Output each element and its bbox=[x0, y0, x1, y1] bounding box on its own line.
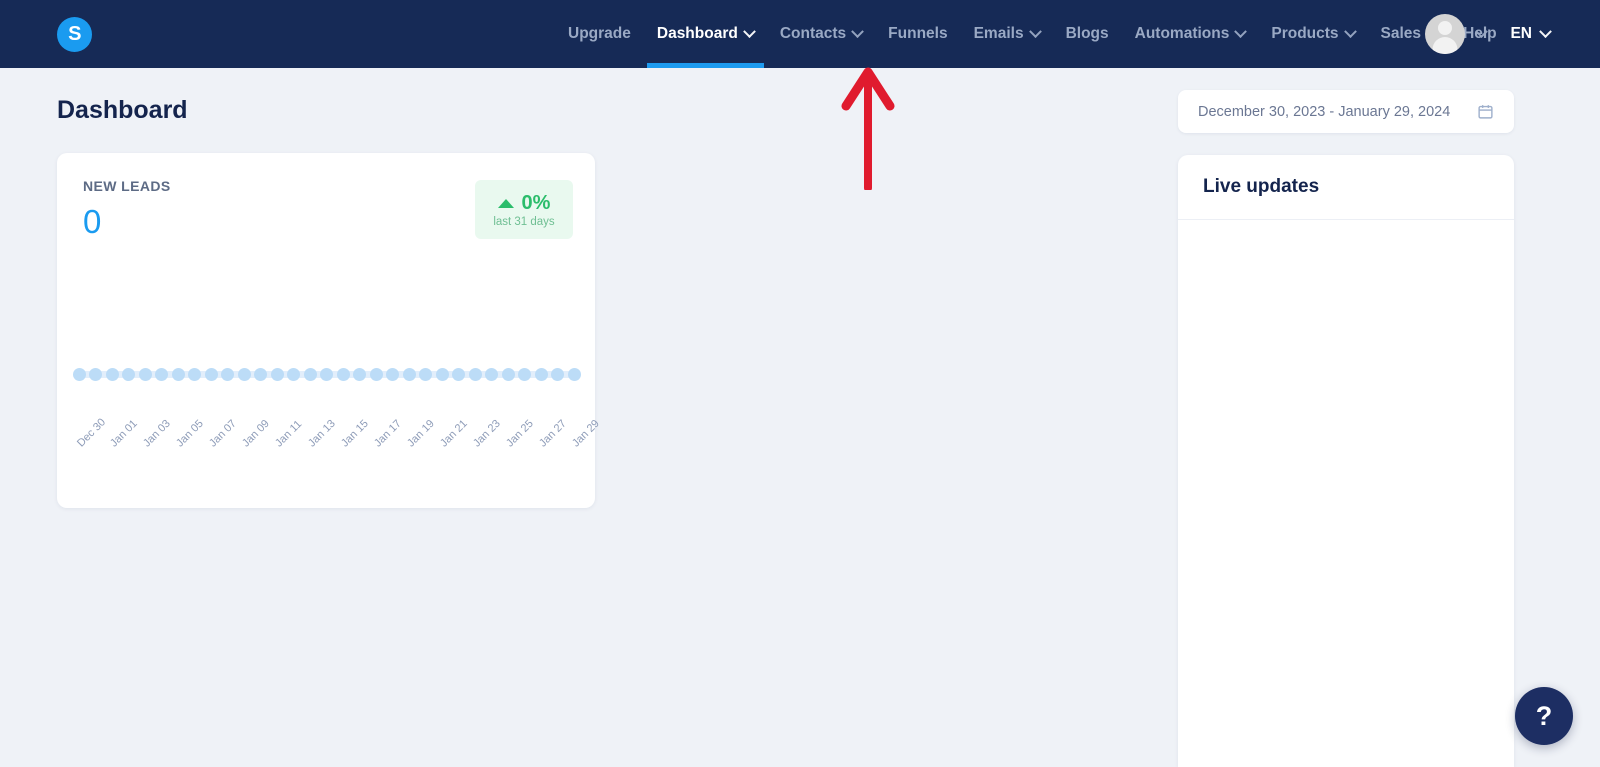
chart-data-point bbox=[122, 368, 135, 381]
brand-logo-letter: S bbox=[68, 23, 81, 45]
language-label: EN bbox=[1510, 25, 1532, 42]
chart-data-point bbox=[518, 368, 531, 381]
language-selector[interactable]: EN bbox=[1496, 24, 1560, 43]
nav-item-products[interactable]: Products bbox=[1258, 0, 1367, 68]
chart-data-point bbox=[89, 368, 102, 381]
chart-x-tick-label: Jan 23 bbox=[471, 417, 503, 450]
chevron-down-icon bbox=[1343, 24, 1357, 38]
chart-data-point bbox=[435, 368, 449, 381]
chart-data-point bbox=[72, 368, 86, 381]
chart-x-tick-label: Jan 17 bbox=[372, 417, 404, 450]
chart-data-point bbox=[452, 368, 465, 381]
chevron-down-icon bbox=[851, 24, 865, 38]
chart-data-point bbox=[534, 368, 548, 381]
chart-data-point bbox=[369, 368, 383, 381]
chart-x-tick-label: Jan 21 bbox=[438, 417, 470, 450]
calendar-icon bbox=[1477, 103, 1494, 120]
live-updates-title: Live updates bbox=[1203, 176, 1320, 197]
chart-data-point bbox=[468, 368, 482, 381]
chart-data-point bbox=[336, 368, 350, 381]
page-title: Dashboard bbox=[57, 96, 188, 124]
chart-x-tick-label: Jan 01 bbox=[108, 417, 140, 450]
chart-x-tick-label: Jan 05 bbox=[174, 417, 206, 450]
live-updates-panel: Live updates bbox=[1178, 155, 1514, 767]
nav-item-contacts[interactable]: Contacts bbox=[767, 0, 875, 68]
main-navigation: Upgrade Dashboard Contacts Funnels Email… bbox=[555, 0, 1510, 68]
chart-data-point bbox=[402, 368, 416, 381]
nav-item-dashboard[interactable]: Dashboard bbox=[644, 0, 767, 68]
chart-x-tick-label: Jan 19 bbox=[405, 417, 437, 450]
chart-data-point bbox=[138, 368, 152, 381]
question-mark-icon: ? bbox=[1535, 700, 1553, 731]
chart-data-point bbox=[105, 368, 119, 381]
nav-item-automations[interactable]: Automations bbox=[1122, 0, 1259, 68]
chart-data-point bbox=[204, 368, 218, 381]
chart-x-tick-label: Jan 13 bbox=[306, 417, 338, 450]
chart-data-point bbox=[551, 368, 564, 381]
nav-item-label: Contacts bbox=[779, 25, 847, 42]
chart-data-point bbox=[303, 368, 317, 381]
chart-x-tick-label: Jan 25 bbox=[504, 417, 536, 450]
nav-item-emails[interactable]: Emails bbox=[961, 0, 1053, 68]
nav-item-label: Automations bbox=[1134, 25, 1230, 42]
chart-data-point bbox=[221, 368, 234, 381]
nav-item-upgrade[interactable]: Upgrade bbox=[555, 0, 644, 68]
chart-x-tick-label: Jan 03 bbox=[141, 417, 173, 450]
chevron-down-icon bbox=[1234, 24, 1248, 38]
nav-item-label: Blogs bbox=[1065, 25, 1109, 42]
chart-x-tick-label: Jan 27 bbox=[537, 417, 569, 450]
nav-item-label: Upgrade bbox=[568, 25, 631, 42]
chevron-down-icon bbox=[1539, 24, 1552, 38]
chart-data-point bbox=[254, 368, 267, 381]
annotation-arrow-icon bbox=[838, 60, 904, 192]
nav-item-label: Products bbox=[1271, 25, 1339, 42]
chart-data-point bbox=[353, 368, 366, 381]
chart-data-point bbox=[287, 368, 300, 381]
chart-x-axis-labels: Dec 30 Jan 01 Jan 03 Jan 05 Jan 07 Jan 09 Jan … bbox=[57, 416, 602, 501]
chart-data-point bbox=[171, 368, 185, 381]
chevron-down-icon bbox=[1028, 24, 1042, 38]
help-button[interactable]: ? bbox=[1515, 687, 1573, 745]
chart-x-tick-label: Jan 09 bbox=[240, 417, 272, 450]
chart-data-point bbox=[188, 368, 201, 381]
nav-item-label: Funnels bbox=[888, 25, 948, 42]
chevron-down-icon bbox=[1475, 24, 1489, 38]
chart-x-tick-label: Jan 07 bbox=[207, 417, 239, 450]
chart-data-point bbox=[270, 368, 284, 381]
chevron-down-icon bbox=[742, 24, 756, 38]
nav-item-label: Dashboard bbox=[656, 25, 738, 42]
navbar-right-cluster: EN bbox=[1415, 0, 1560, 68]
user-avatar-icon bbox=[1425, 14, 1466, 54]
nav-item-funnels[interactable]: Funnels bbox=[875, 0, 960, 68]
brand-logo-icon[interactable]: S bbox=[57, 17, 92, 52]
chart-data-point bbox=[320, 368, 333, 381]
chart-data-point bbox=[386, 368, 399, 381]
chart-x-tick-label: Jan 11 bbox=[273, 418, 305, 450]
top-navbar: S Upgrade Dashboard Contacts Funnels Ema… bbox=[0, 0, 1600, 68]
new-leads-card: NEW LEADS 0 0% last 31 days Dec 30 Jan 01… bbox=[57, 153, 602, 508]
new-leads-chart: Dec 30 Jan 01 Jan 03 Jan 05 Jan 07 Jan 09 Jan … bbox=[57, 153, 602, 508]
nav-item-blogs[interactable]: Blogs bbox=[1053, 0, 1122, 68]
date-range-picker[interactable]: December 30, 2023 - January 29, 2024 bbox=[1178, 90, 1514, 133]
live-updates-header: Live updates bbox=[1178, 155, 1514, 220]
chart-data-point bbox=[567, 368, 581, 381]
chart-x-tick-label: Dec 30 bbox=[75, 416, 109, 450]
chart-data-point bbox=[237, 368, 251, 381]
chart-data-point bbox=[155, 368, 168, 381]
chart-data-point bbox=[501, 368, 515, 381]
chart-x-tick-label: Jan 29 bbox=[570, 417, 602, 450]
account-menu[interactable] bbox=[1415, 14, 1496, 54]
chart-data-point bbox=[419, 368, 432, 381]
date-range-value: December 30, 2023 - January 29, 2024 bbox=[1198, 103, 1451, 120]
chart-x-tick-label: Jan 15 bbox=[339, 417, 371, 450]
nav-item-label: Emails bbox=[973, 25, 1024, 42]
chart-data-point bbox=[485, 368, 498, 381]
